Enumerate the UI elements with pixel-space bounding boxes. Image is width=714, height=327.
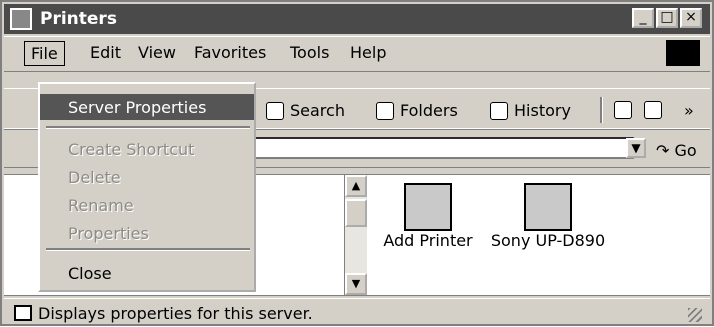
menu-view[interactable]: View [138, 43, 176, 62]
add-printer-item[interactable]: Add Printer [368, 183, 488, 250]
sony-printer-item[interactable]: Sony UP-D890 [488, 183, 608, 250]
go-label: Go [674, 141, 697, 160]
resize-grip[interactable] [688, 308, 702, 322]
folders-icon [376, 101, 394, 120]
menu-item-close[interactable]: Close [40, 260, 254, 286]
default-printer-icon [524, 183, 572, 231]
scroll-up-button[interactable]: ▲ [345, 175, 367, 197]
address-field[interactable] [254, 137, 634, 159]
status-text: Displays properties for this server. [38, 304, 313, 323]
menu-item-delete[interactable]: Delete [40, 164, 254, 190]
copy-to-button[interactable] [644, 101, 668, 119]
move-to-button[interactable] [614, 101, 638, 119]
title-bar[interactable]: Printers _ □ × [4, 4, 710, 34]
go-button[interactable]: ↷ Go [656, 141, 697, 160]
folders-label: Folders [400, 101, 458, 120]
minimize-button[interactable]: _ [632, 8, 654, 28]
menu-tools[interactable]: Tools [290, 43, 329, 62]
menu-item-create-shortcut[interactable]: Create Shortcut [40, 136, 254, 162]
menu-separator [46, 126, 250, 129]
scroll-down-button[interactable]: ▼ [345, 273, 367, 295]
scroll-thumb[interactable] [345, 199, 367, 227]
go-arrow-icon: ↷ [656, 141, 670, 160]
close-button[interactable]: × [680, 8, 702, 28]
menu-item-rename[interactable]: Rename [40, 192, 254, 218]
window-title: Printers [40, 9, 117, 29]
copy-to-icon [644, 101, 662, 119]
menu-favorites[interactable]: Favorites [194, 43, 266, 62]
address-dropdown-button[interactable]: ▼ [626, 138, 646, 158]
toolbar-overflow[interactable]: » [684, 101, 694, 120]
sony-printer-label: Sony UP-D890 [490, 231, 606, 250]
server-icon [14, 305, 32, 321]
add-printer-icon [404, 183, 452, 231]
windows-logo-icon [666, 40, 700, 66]
menu-file[interactable]: File [24, 41, 65, 66]
search-label: Search [290, 101, 345, 120]
menu-item-properties[interactable]: Properties [40, 220, 254, 246]
printers-window: Printers _ □ × File Edit View Favorites … [0, 0, 714, 326]
vertical-scrollbar[interactable]: ▲ ▼ [344, 175, 367, 295]
maximize-button[interactable]: □ [656, 8, 678, 28]
toolbar-separator [600, 97, 603, 123]
history-button[interactable]: History [490, 101, 571, 120]
menu-separator [46, 248, 250, 251]
add-printer-label: Add Printer [383, 231, 473, 250]
history-icon [490, 101, 508, 120]
menu-bar: File Edit View Favorites Tools Help [4, 36, 710, 72]
status-bar: Displays properties for this server. [4, 298, 710, 327]
search-button[interactable]: Search [266, 101, 345, 120]
menu-help[interactable]: Help [350, 43, 386, 62]
folders-button[interactable]: Folders [376, 101, 458, 120]
search-icon [266, 101, 284, 120]
menu-item-server-properties[interactable]: Server Properties [40, 94, 254, 120]
move-to-icon [614, 101, 632, 119]
file-menu-dropdown: Server Properties Create Shortcut Delete… [38, 82, 256, 292]
printers-folder-icon [10, 8, 32, 30]
history-label: History [514, 101, 571, 120]
menu-edit[interactable]: Edit [90, 43, 121, 62]
